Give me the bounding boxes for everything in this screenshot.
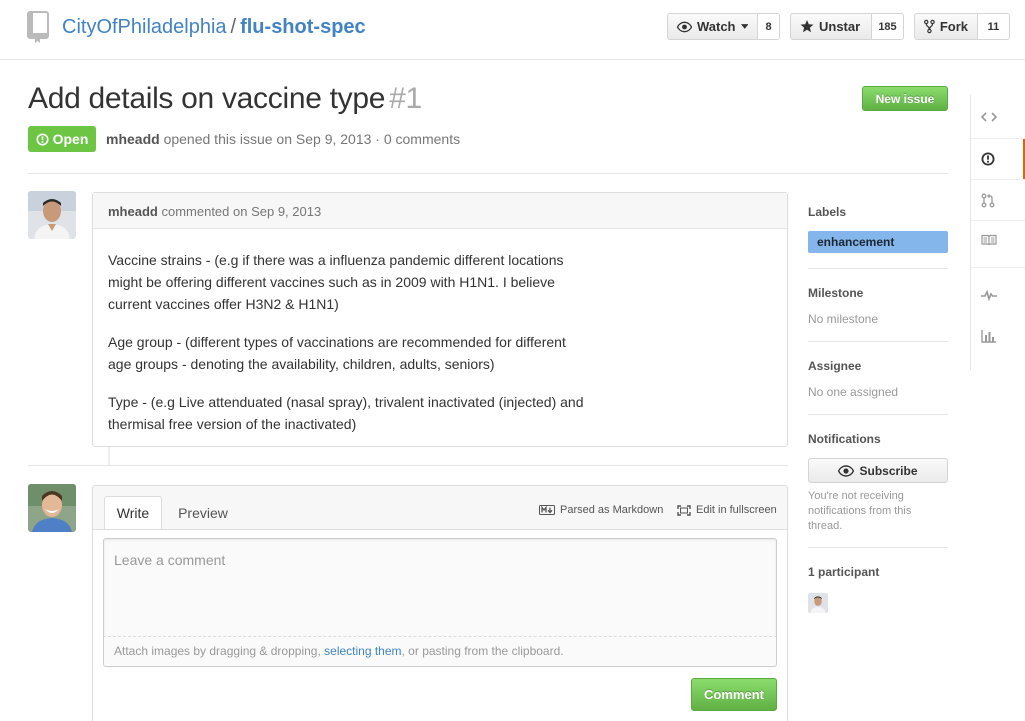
comment-body: Vaccine strains - (e.g if there was a in… (93, 229, 787, 435)
star-group: Unstar 185 (790, 13, 904, 40)
graphs-icon (981, 330, 996, 343)
attach-hint-after: , or pasting from the clipboard. (401, 644, 564, 658)
label-enhancement[interactable]: enhancement (808, 231, 948, 253)
comment-author-link[interactable]: mheadd (108, 204, 158, 219)
issue-opened-icon (36, 132, 49, 146)
repo-header: CityOfPhiladelphia / flu-shot-spec Watch 8… (0, 0, 1025, 60)
comment-paragraph: Type - (e.g Live attenduated (nasal spra… (108, 394, 584, 432)
comment-header: mheadd commented on Sep 9, 2013 (93, 193, 787, 229)
markdown-help-link[interactable]: Parsed as Markdown (539, 504, 663, 516)
sidenav-pulse[interactable] (971, 275, 1025, 315)
sidebar-divider (808, 268, 948, 269)
watch-count[interactable]: 8 (758, 13, 780, 40)
issues-icon (981, 152, 995, 166)
sidenav-pull-requests[interactable] (971, 180, 1025, 220)
star-icon (800, 20, 814, 33)
eye-icon (838, 464, 855, 477)
fork-group: Fork 11 (914, 13, 1010, 40)
comment-meta: commented on Sep 9, 2013 (161, 204, 322, 219)
watch-label: Watch (696, 19, 736, 34)
assignee-heading[interactable]: Assignee (808, 359, 861, 373)
fullscreen-label: Edit in fullscreen (696, 504, 777, 516)
issue-meta: mheadd opened this issue on Sep 9, 2013 … (106, 131, 460, 147)
avatar[interactable] (28, 191, 76, 239)
fork-label: Fork (939, 19, 968, 34)
sidenav-divider (971, 267, 1025, 268)
issue-number: #1 (389, 82, 422, 115)
markdown-label: Parsed as Markdown (560, 504, 664, 516)
attach-hint: Attach images by dragging & dropping, se… (103, 637, 777, 667)
comment-textarea[interactable]: Leave a comment (103, 538, 777, 637)
current-user-avatar[interactable] (28, 484, 76, 532)
subscribe-button[interactable]: Subscribe (808, 458, 948, 483)
sidebar-divider (808, 341, 948, 342)
watch-button[interactable]: Watch (667, 13, 758, 40)
sidenav-wiki[interactable] (971, 220, 1025, 260)
issue-title: Add details on vaccine type #1 (28, 82, 422, 116)
comment-button[interactable]: Comment (691, 678, 777, 711)
notifications-reason: You're not receiving notifications from … (808, 490, 912, 532)
status-text: Open (52, 131, 89, 147)
wiki-icon (981, 234, 997, 246)
code-icon (981, 112, 997, 122)
comment-paragraph: Vaccine strains - (e.g if there was a in… (108, 252, 564, 312)
comment-box: mheadd commented on Sep 9, 2013 Vaccine … (92, 192, 788, 447)
repo-title: CityOfPhiladelphia / flu-shot-spec (62, 15, 366, 39)
repo-sidenav (970, 95, 1025, 370)
tab-write[interactable]: Write (104, 496, 162, 530)
issue-title-text: Add details on vaccine type (28, 82, 386, 115)
attach-hint-before: Attach images by dragging & dropping, (114, 644, 325, 658)
sidebar-divider (808, 547, 948, 548)
assignee-value: No one assigned (808, 385, 899, 399)
subscribe-label: Subscribe (859, 463, 918, 478)
notifications-heading: Notifications (808, 432, 881, 446)
participant-avatar[interactable] (808, 593, 828, 613)
timeline-line (108, 447, 110, 465)
sidenav-issues[interactable] (971, 139, 1025, 179)
sidebar-divider (808, 414, 948, 415)
pulse-icon (981, 289, 997, 301)
fork-count[interactable]: 11 (978, 13, 1010, 40)
watch-group: Watch 8 (667, 13, 780, 40)
issue-author-link[interactable]: mheadd (106, 131, 160, 147)
unstar-button[interactable]: Unstar (790, 13, 872, 40)
header-divider (28, 173, 948, 174)
repo-separator: / (230, 16, 237, 38)
pull-request-icon (981, 193, 995, 207)
repo-owner-link[interactable]: CityOfPhiladelphia (62, 16, 227, 38)
fork-icon (924, 19, 935, 34)
status-badge: Open (28, 126, 96, 152)
fullscreen-link[interactable]: Edit in fullscreen (677, 504, 777, 516)
milestone-heading[interactable]: Milestone (808, 286, 863, 300)
labels-heading[interactable]: Labels (808, 205, 846, 219)
participants-heading: 1 participant (808, 565, 880, 579)
sidenav-code[interactable] (971, 97, 1025, 137)
sidenav-graphs[interactable] (971, 316, 1025, 356)
new-issue-button[interactable]: New issue (862, 86, 948, 111)
fullscreen-icon (677, 504, 691, 516)
comment-paragraph: Age group - (different types of vaccinat… (108, 334, 566, 372)
issue-meta-text: opened this issue on Sep 9, 2013 · 0 com… (163, 131, 461, 147)
unstar-label: Unstar (819, 19, 861, 34)
eye-icon (677, 21, 692, 32)
markdown-icon (539, 505, 555, 515)
fork-button[interactable]: Fork (914, 13, 978, 40)
repo-icon (27, 11, 49, 43)
star-count[interactable]: 185 (872, 13, 904, 40)
select-files-link[interactable]: selecting them (324, 644, 401, 658)
milestone-value: No milestone (808, 312, 879, 326)
tab-preview[interactable]: Preview (167, 496, 239, 530)
timeline-divider (28, 465, 788, 466)
caret-down-icon (740, 24, 748, 29)
repo-name-link[interactable]: flu-shot-spec (240, 16, 366, 38)
